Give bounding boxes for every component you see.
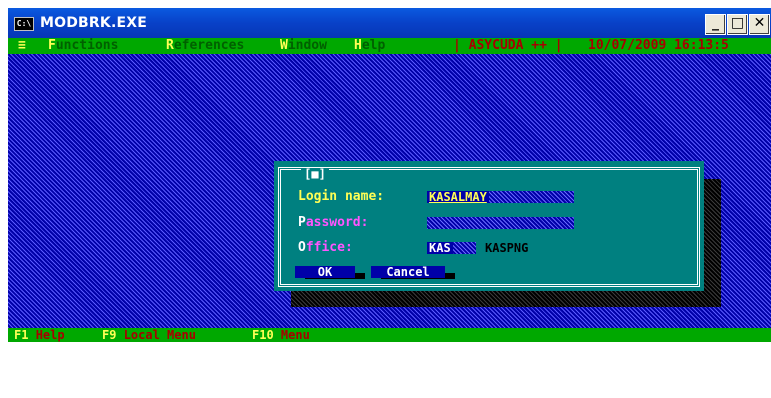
status-item-local-menu[interactable]: F9 Local Menu	[102, 328, 196, 342]
cancel-button[interactable]: Cancel	[371, 266, 445, 278]
status-item-help[interactable]: F1 Help	[14, 328, 65, 342]
status-key: F10	[252, 328, 274, 342]
password-label: Password:	[298, 216, 368, 230]
office-label-text: ffice:	[305, 240, 353, 255]
menu-references[interactable]: References	[166, 38, 244, 54]
menu-label: eferences	[173, 38, 245, 53]
system-menu-icon[interactable]: ≡	[18, 38, 26, 54]
window-title: MODBRK.EXE	[40, 15, 147, 31]
menu-window[interactable]: Window	[280, 38, 327, 54]
dialog-close-icon[interactable]: [■]	[301, 168, 329, 180]
status-key: F1	[14, 328, 29, 342]
status-item-menu[interactable]: F10 Menu	[252, 328, 310, 342]
menu-hotkey: R	[166, 38, 174, 53]
menu-hotkey: F	[48, 38, 56, 53]
office-code-field[interactable]: KAS	[427, 242, 476, 254]
office-label: Office:	[298, 241, 353, 255]
password-label-text: assword:	[305, 215, 369, 230]
menu-hotkey: H	[354, 38, 362, 53]
login-dialog: [■] Login name: KASALMAY Password: Offic…	[274, 161, 704, 291]
datetime-display: 10/07/2009 16:13:5	[588, 38, 729, 53]
dos-window: C:\ MODBRK.EXE _ □ ✕ ≡ Functions Referen…	[8, 8, 771, 342]
menu-label: elp	[361, 38, 386, 53]
menu-label: unctions	[55, 38, 119, 53]
office-hotkey: O	[298, 240, 306, 255]
close-button[interactable]: ✕	[749, 14, 770, 35]
status-label: Help	[35, 328, 65, 342]
menu-functions[interactable]: Functions	[48, 38, 118, 54]
office-name: KASPNG	[485, 241, 529, 255]
login-name-field[interactable]: KASALMAY	[427, 191, 574, 203]
dialog-frame: [■] Login name: KASALMAY Password: Offic…	[278, 167, 700, 287]
status-label: Menu	[280, 328, 310, 342]
menu-bar: ≡ Functions References Window Help | ASY…	[8, 38, 771, 54]
office-code-value: KAS	[427, 241, 453, 255]
menu-help[interactable]: Help	[354, 38, 385, 54]
login-name-value: KASALMAY	[427, 190, 489, 204]
ok-button[interactable]: OK	[295, 266, 355, 278]
maximize-button[interactable]: □	[727, 14, 748, 35]
status-bar: F1 Help F9 Local Menu F10 Menu	[8, 328, 771, 342]
title-bar[interactable]: C:\ MODBRK.EXE _ □ ✕	[8, 8, 771, 38]
password-field[interactable]	[427, 217, 574, 229]
password-hotkey: P	[298, 215, 306, 230]
product-name: | ASYCUDA ++ |	[453, 38, 563, 53]
status-label: Local Menu	[123, 328, 196, 342]
menu-hotkey: W	[280, 38, 288, 53]
menu-label: indow	[287, 38, 327, 53]
status-key: F9	[102, 328, 117, 342]
minimize-button[interactable]: _	[705, 14, 726, 35]
console-icon[interactable]: C:\	[14, 17, 34, 31]
login-name-label: Login name:	[298, 189, 385, 204]
